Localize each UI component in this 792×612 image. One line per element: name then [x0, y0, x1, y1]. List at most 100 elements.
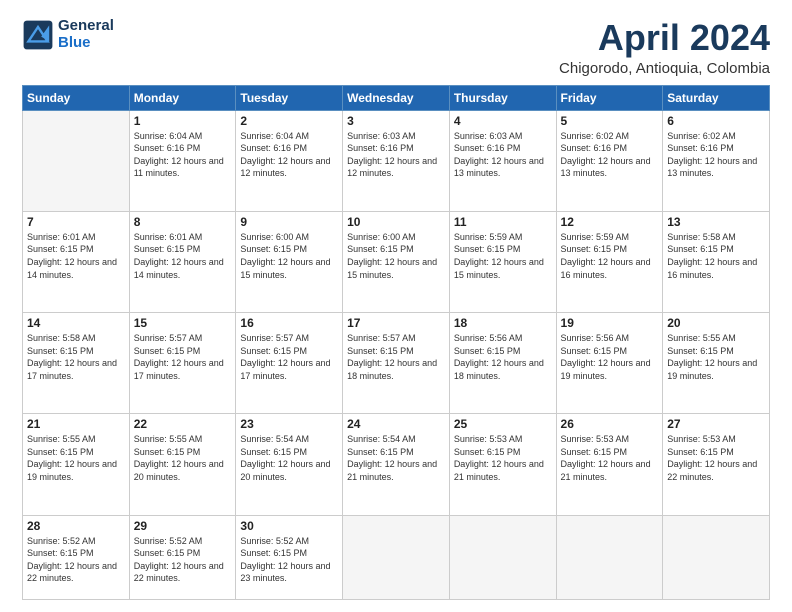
day-info: Sunrise: 6:03 AMSunset: 6:16 PMDaylight:… — [347, 130, 445, 180]
calendar-day-cell: 16 Sunrise: 5:57 AMSunset: 6:15 PMDayligh… — [236, 313, 343, 414]
day-number: 26 — [561, 417, 659, 431]
day-info: Sunrise: 5:58 AMSunset: 6:15 PMDaylight:… — [27, 332, 125, 382]
calendar-header-row: SundayMondayTuesdayWednesdayThursdayFrid… — [23, 85, 770, 110]
calendar-day-cell: 19Sunrise: 5:56 AMSunset: 6:15 PMDayligh… — [556, 313, 663, 414]
calendar-week-row: 1 Sunrise: 6:04 AMSunset: 6:16 PMDaylight… — [23, 110, 770, 211]
day-info: Sunrise: 5:53 AMSunset: 6:15 PMDaylight:… — [454, 433, 552, 483]
day-number: 30 — [240, 519, 338, 533]
calendar-day-cell — [23, 110, 130, 211]
page: General Blue April 2024 Chigorodo, Antio… — [0, 0, 792, 612]
calendar-day-cell — [449, 515, 556, 599]
calendar-week-row: 28Sunrise: 5:52 AMSunset: 6:15 PMDayligh… — [23, 515, 770, 599]
calendar-day-cell: 20 Sunrise: 5:55 AMSunset: 6:15 PMDayligh… — [663, 313, 770, 414]
day-number: 1 — [134, 114, 232, 128]
calendar-day-cell: 10 Sunrise: 6:00 AMSunset: 6:15 PMDayligh… — [343, 211, 450, 312]
calendar-day-cell: 1 Sunrise: 6:04 AMSunset: 6:16 PMDaylight… — [129, 110, 236, 211]
calendar-day-cell: 5 Sunrise: 6:02 AMSunset: 6:16 PMDaylight… — [556, 110, 663, 211]
calendar-day-cell: 4Sunrise: 6:03 AMSunset: 6:16 PMDaylight… — [449, 110, 556, 211]
day-info: Sunrise: 6:01 AMSunset: 6:15 PMDaylight:… — [27, 231, 125, 281]
day-info: Sunrise: 5:54 AMSunset: 6:15 PMDaylight:… — [347, 433, 445, 483]
day-info: Sunrise: 6:03 AMSunset: 6:16 PMDaylight:… — [454, 130, 552, 180]
day-info: Sunrise: 6:02 AMSunset: 6:16 PMDaylight:… — [561, 130, 659, 180]
calendar-day-cell — [343, 515, 450, 599]
day-info: Sunrise: 5:57 AMSunset: 6:15 PMDaylight:… — [134, 332, 232, 382]
day-info: Sunrise: 5:59 AMSunset: 6:15 PMDaylight:… — [454, 231, 552, 281]
logo-text: General Blue — [58, 18, 114, 51]
calendar-day-cell: 21Sunrise: 5:55 AMSunset: 6:15 PMDayligh… — [23, 414, 130, 515]
day-number: 21 — [27, 417, 125, 431]
day-number: 12 — [561, 215, 659, 229]
day-info: Sunrise: 6:02 AMSunset: 6:16 PMDaylight:… — [667, 130, 765, 180]
calendar-day-cell: 30 Sunrise: 5:52 AMSunset: 6:15 PMDayligh… — [236, 515, 343, 599]
day-number: 20 — [667, 316, 765, 330]
day-number: 17 — [347, 316, 445, 330]
calendar-day-cell: 17 Sunrise: 5:57 AMSunset: 6:15 PMDayligh… — [343, 313, 450, 414]
day-number: 6 — [667, 114, 765, 128]
title-area: April 2024 Chigorodo, Antioquia, Colombi… — [559, 18, 770, 77]
calendar-day-cell: 15 Sunrise: 5:57 AMSunset: 6:15 PMDayligh… — [129, 313, 236, 414]
calendar-day-cell: 13 Sunrise: 5:58 AMSunset: 6:15 PMDayligh… — [663, 211, 770, 312]
day-info: Sunrise: 5:54 AMSunset: 6:15 PMDaylight:… — [240, 433, 338, 483]
day-info: Sunrise: 5:57 AMSunset: 6:15 PMDaylight:… — [240, 332, 338, 382]
calendar-day-cell: 11 Sunrise: 5:59 AMSunset: 6:15 PMDayligh… — [449, 211, 556, 312]
header: General Blue April 2024 Chigorodo, Antio… — [22, 18, 770, 77]
calendar-day-cell: 14 Sunrise: 5:58 AMSunset: 6:15 PMDayligh… — [23, 313, 130, 414]
day-number: 27 — [667, 417, 765, 431]
calendar-day-cell: 6 Sunrise: 6:02 AMSunset: 6:16 PMDaylight… — [663, 110, 770, 211]
day-info: Sunrise: 6:00 AMSunset: 6:15 PMDaylight:… — [240, 231, 338, 281]
day-number: 2 — [240, 114, 338, 128]
day-info: Sunrise: 5:57 AMSunset: 6:15 PMDaylight:… — [347, 332, 445, 382]
month-title: April 2024 — [559, 18, 770, 58]
calendar-day-cell: 29Sunrise: 5:52 AMSunset: 6:15 PMDayligh… — [129, 515, 236, 599]
day-number: 16 — [240, 316, 338, 330]
day-info: Sunrise: 5:56 AMSunset: 6:15 PMDaylight:… — [454, 332, 552, 382]
day-number: 23 — [240, 417, 338, 431]
logo: General Blue — [22, 18, 114, 51]
calendar-week-row: 14 Sunrise: 5:58 AMSunset: 6:15 PMDayligh… — [23, 313, 770, 414]
calendar-day-cell: 9 Sunrise: 6:00 AMSunset: 6:15 PMDaylight… — [236, 211, 343, 312]
day-number: 14 — [27, 316, 125, 330]
day-number: 9 — [240, 215, 338, 229]
day-number: 15 — [134, 316, 232, 330]
calendar-header-cell: Friday — [556, 85, 663, 110]
day-info: Sunrise: 6:01 AMSunset: 6:15 PMDaylight:… — [134, 231, 232, 281]
calendar-day-cell: 2Sunrise: 6:04 AMSunset: 6:16 PMDaylight… — [236, 110, 343, 211]
day-info: Sunrise: 5:58 AMSunset: 6:15 PMDaylight:… — [667, 231, 765, 281]
calendar-header-cell: Monday — [129, 85, 236, 110]
day-number: 10 — [347, 215, 445, 229]
day-number: 25 — [454, 417, 552, 431]
calendar-day-cell — [556, 515, 663, 599]
calendar-day-cell: 3 Sunrise: 6:03 AMSunset: 6:16 PMDaylight… — [343, 110, 450, 211]
calendar-day-cell: 8Sunrise: 6:01 AMSunset: 6:15 PMDaylight… — [129, 211, 236, 312]
calendar-day-cell: 27 Sunrise: 5:53 AMSunset: 6:15 PMDayligh… — [663, 414, 770, 515]
day-number: 13 — [667, 215, 765, 229]
day-number: 7 — [27, 215, 125, 229]
logo-icon — [22, 19, 54, 51]
calendar-header-cell: Thursday — [449, 85, 556, 110]
day-info: Sunrise: 5:52 AMSunset: 6:15 PMDaylight:… — [240, 535, 338, 585]
calendar-day-cell: 12 Sunrise: 5:59 AMSunset: 6:15 PMDayligh… — [556, 211, 663, 312]
day-number: 19 — [561, 316, 659, 330]
day-info: Sunrise: 5:53 AMSunset: 6:15 PMDaylight:… — [561, 433, 659, 483]
calendar-day-cell — [663, 515, 770, 599]
calendar-table: SundayMondayTuesdayWednesdayThursdayFrid… — [22, 85, 770, 600]
day-number: 3 — [347, 114, 445, 128]
day-number: 11 — [454, 215, 552, 229]
day-number: 24 — [347, 417, 445, 431]
day-info: Sunrise: 6:00 AMSunset: 6:15 PMDaylight:… — [347, 231, 445, 281]
calendar-day-cell: 18 Sunrise: 5:56 AMSunset: 6:15 PMDayligh… — [449, 313, 556, 414]
calendar-header-cell: Sunday — [23, 85, 130, 110]
day-info: Sunrise: 5:52 AMSunset: 6:15 PMDaylight:… — [134, 535, 232, 585]
day-number: 5 — [561, 114, 659, 128]
calendar-week-row: 7 Sunrise: 6:01 AMSunset: 6:15 PMDaylight… — [23, 211, 770, 312]
calendar-header-cell: Wednesday — [343, 85, 450, 110]
day-info: Sunrise: 5:53 AMSunset: 6:15 PMDaylight:… — [667, 433, 765, 483]
day-info: Sunrise: 5:55 AMSunset: 6:15 PMDaylight:… — [667, 332, 765, 382]
calendar-day-cell: 26 Sunrise: 5:53 AMSunset: 6:15 PMDayligh… — [556, 414, 663, 515]
day-info: Sunrise: 5:59 AMSunset: 6:15 PMDaylight:… — [561, 231, 659, 281]
calendar-header-cell: Tuesday — [236, 85, 343, 110]
day-number: 22 — [134, 417, 232, 431]
day-info: Sunrise: 5:55 AMSunset: 6:15 PMDaylight:… — [134, 433, 232, 483]
day-number: 18 — [454, 316, 552, 330]
day-info: Sunrise: 6:04 AMSunset: 6:16 PMDaylight:… — [134, 130, 232, 180]
